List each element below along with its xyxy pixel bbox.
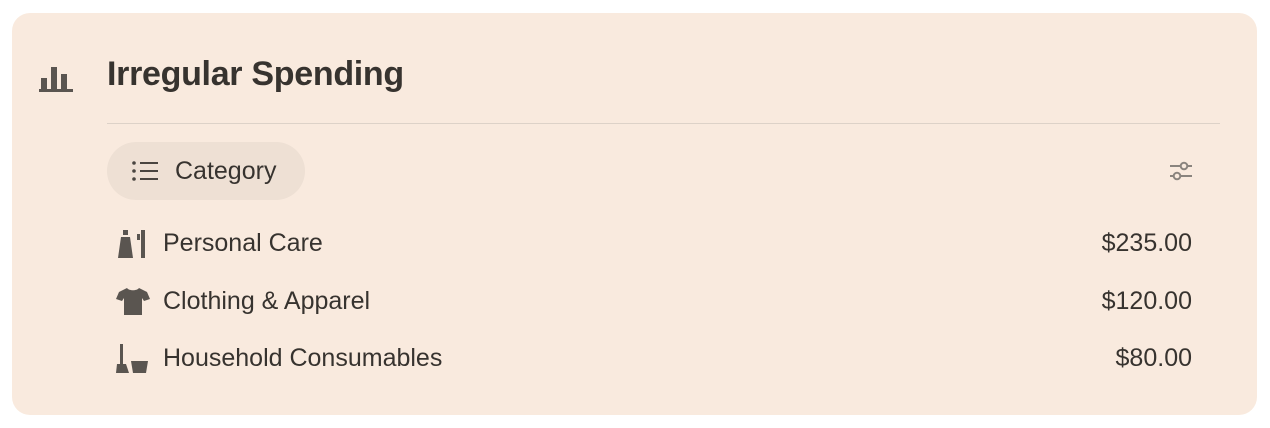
widget-title: Irregular Spending xyxy=(107,55,404,93)
category-list: Personal Care $235.00 Clothing & Apparel… xyxy=(116,215,1196,388)
broom-bucket-icon xyxy=(116,343,148,373)
header-divider xyxy=(107,123,1220,124)
category-name: Personal Care xyxy=(163,229,323,258)
category-row[interactable]: Personal Care $235.00 xyxy=(116,215,1196,273)
category-amount: $120.00 xyxy=(1101,286,1192,315)
irregular-spending-card: Irregular Spending Category Personal Car xyxy=(12,13,1257,415)
category-row[interactable]: Household Consumables $80.00 xyxy=(116,330,1196,388)
category-amount: $80.00 xyxy=(1115,344,1192,373)
tshirt-icon xyxy=(116,288,150,316)
sliders-icon[interactable] xyxy=(1167,159,1195,183)
bar-chart-icon xyxy=(39,67,73,92)
category-view-button[interactable]: Category xyxy=(107,142,305,200)
category-row[interactable]: Clothing & Apparel $120.00 xyxy=(116,273,1196,331)
category-amount: $235.00 xyxy=(1101,229,1192,258)
personal-care-icon xyxy=(118,229,145,258)
category-name: Clothing & Apparel xyxy=(163,286,371,315)
category-view-label: Category xyxy=(175,156,277,185)
list-icon xyxy=(132,161,158,181)
category-name: Household Consumables xyxy=(163,344,443,373)
